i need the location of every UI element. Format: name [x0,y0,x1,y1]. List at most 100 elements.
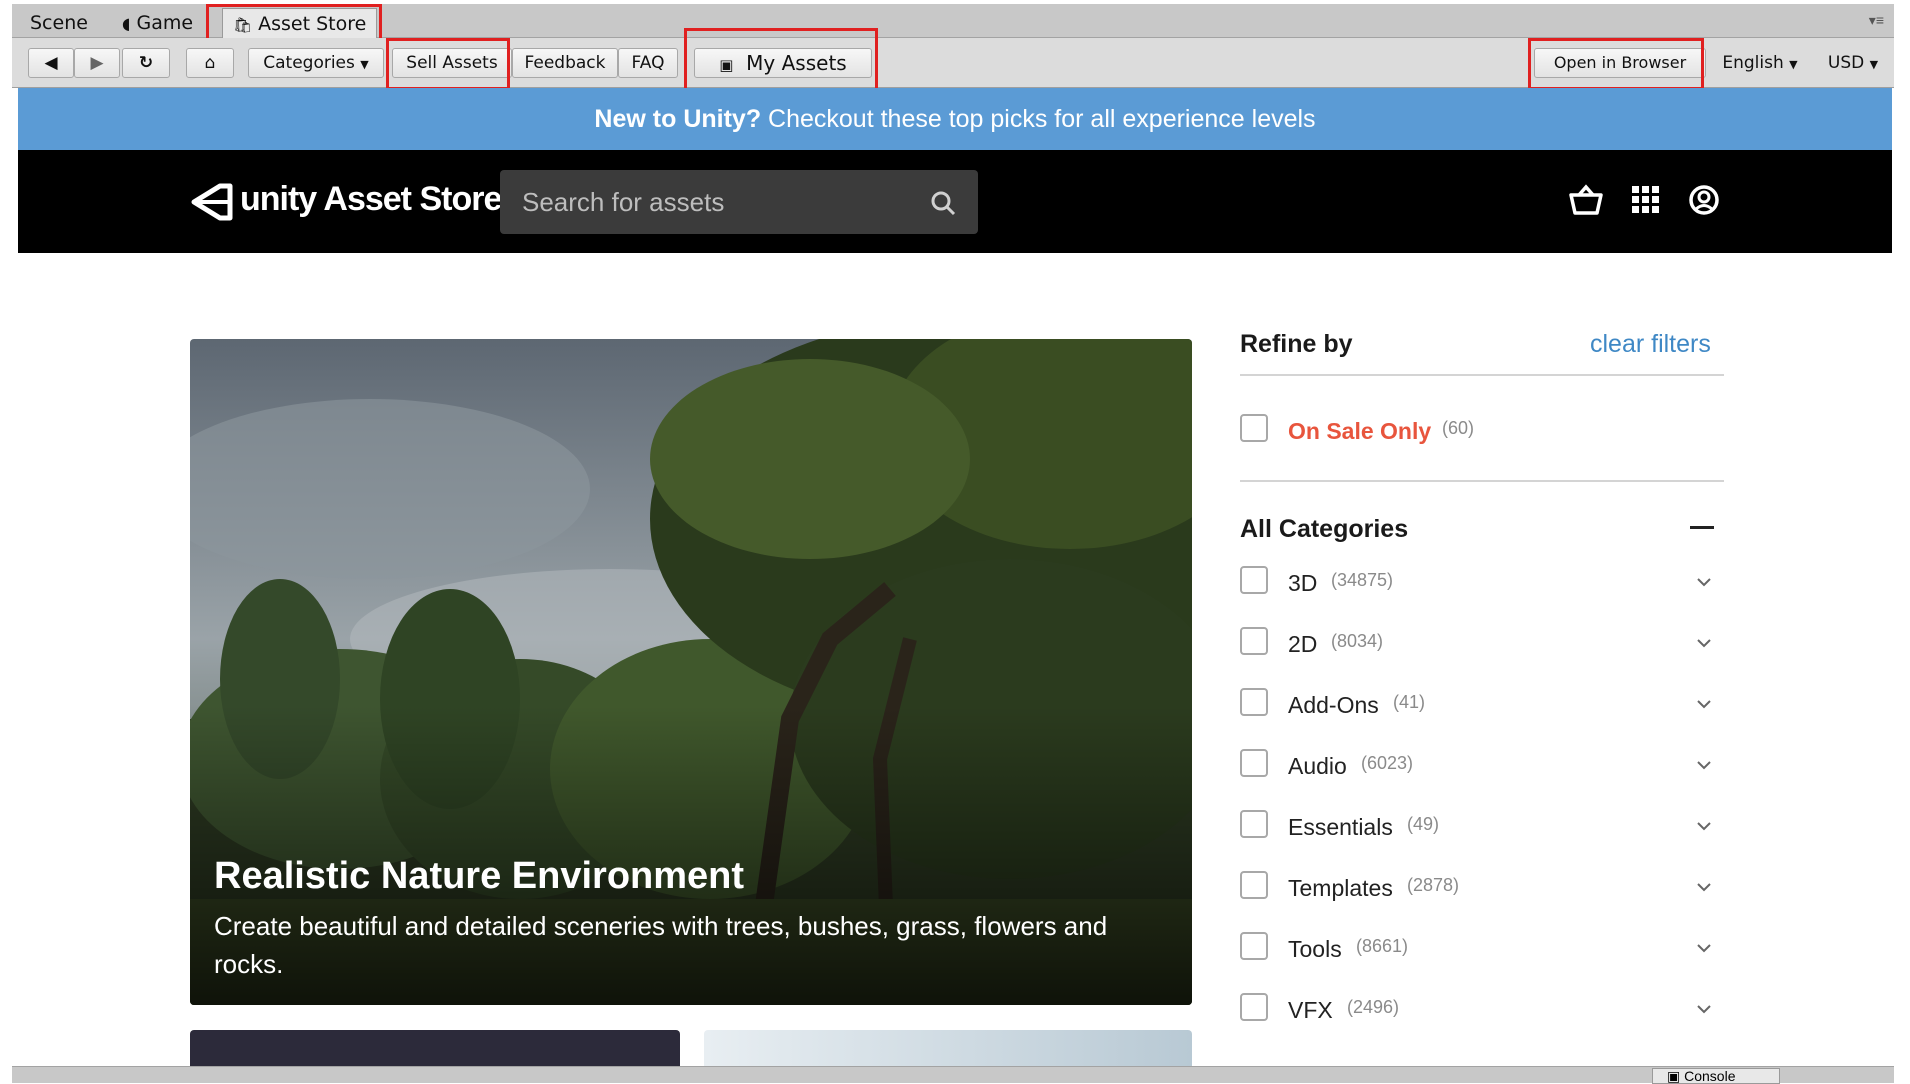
category-label: 3D [1288,570,1318,596]
divider [1240,374,1724,376]
all-categories-heading: All Categories [1240,515,1409,543]
language-label: English [1722,53,1784,73]
chevron-down-icon[interactable] [1696,1001,1712,1017]
reload-icon: ↻ [138,53,154,73]
category-count: (34875) [1331,570,1394,590]
bag-icon: 🛍 [233,16,253,34]
refine-by-heading: Refine by [1240,330,1353,358]
home-button[interactable]: ⌂ [186,48,234,78]
category-checkbox[interactable] [1240,810,1268,838]
category-count: (2496) [1347,997,1400,1017]
chevron-down-icon[interactable] [1696,635,1712,651]
search-icon[interactable] [930,190,956,216]
on-sale-count: (60) [1442,418,1475,438]
category-count: (2878) [1407,875,1460,895]
category-label: Audio [1288,753,1347,779]
currency-dropdown[interactable]: USD ▼ [1816,48,1890,78]
tab-game-label: Game [136,12,194,34]
category-checkbox[interactable] [1240,566,1268,594]
asset-card-preview[interactable] [704,1030,1192,1066]
cart-icon[interactable] [1568,184,1604,216]
chevron-down-icon[interactable] [1696,757,1712,773]
on-sale-filter[interactable]: On Sale Only (60) [1240,414,1724,448]
clear-filters-link[interactable]: clear filters [1590,330,1711,359]
currency-label: USD [1827,53,1865,73]
chevron-down-icon[interactable] [1696,940,1712,956]
forest-scene-image [190,339,1192,1005]
user-account-icon[interactable] [1688,184,1720,216]
feedback-button[interactable]: Feedback [512,48,618,78]
chevron-down-icon[interactable] [1696,879,1712,895]
category-label: Add-Ons [1288,692,1379,718]
back-button[interactable]: ◀ [28,48,74,78]
category-filter-row[interactable]: Tools (8661) [1240,932,1724,966]
tab-game[interactable]: ◖ Game [112,8,203,38]
apps-grid-icon[interactable] [1632,186,1660,214]
pacman-icon: ◖ [122,14,131,33]
category-count: (41) [1393,692,1426,712]
category-checkbox[interactable] [1240,993,1268,1021]
category-checkbox[interactable] [1240,749,1268,777]
tab-menu-icon[interactable]: ▾≡ [1869,12,1884,29]
featured-hero-card[interactable]: Realistic Nature Environment Create beau… [190,339,1192,1005]
category-filter-row[interactable]: Add-Ons (41) [1240,688,1724,722]
category-filter-row[interactable]: 2D (8034) [1240,627,1724,661]
chevron-down-icon[interactable] [1696,696,1712,712]
banner-text: Checkout these top picks for all experie… [761,105,1316,133]
faq-button[interactable]: FAQ [618,48,678,78]
category-filter-row[interactable]: Essentials (49) [1240,810,1724,844]
chevron-down-icon[interactable] [1696,574,1712,590]
arrow-left-icon: ◀ [44,53,58,73]
feedback-label: Feedback [524,53,606,73]
download-icon: ▣ [719,56,734,74]
category-checkbox[interactable] [1240,688,1268,716]
category-checkbox[interactable] [1240,871,1268,899]
asset-store-window: Scene ◖ Game 🛍 Asset Store ▾≡ ◀ ▶ ↻ ⌂ Ca… [0,0,1910,1084]
reload-button[interactable]: ↻ [122,48,170,78]
tab-scene-label: Scene [30,12,88,34]
category-filter-row[interactable]: 3D (34875) [1240,566,1724,600]
search-input[interactable] [522,170,922,234]
category-filter-row[interactable]: Audio (6023) [1240,749,1724,783]
asset-card-preview[interactable] [190,1030,680,1066]
forward-button[interactable]: ▶ [74,48,120,78]
faq-label: FAQ [631,53,665,73]
sell-assets-button[interactable]: Sell Assets [392,48,512,78]
unity-cube-icon [191,183,233,221]
category-label: Tools [1288,936,1342,962]
asset-store-toolbar: ◀ ▶ ↻ ⌂ Categories ▼ Sell Assets Feedbac… [12,38,1894,88]
open-in-browser-button[interactable]: Open in Browser [1534,48,1706,78]
logo-text: unity Asset Store [240,180,502,218]
editor-tab-bar: Scene ◖ Game 🛍 Asset Store ▾≡ [12,4,1894,38]
category-checkbox[interactable] [1240,627,1268,655]
category-filter-row[interactable]: VFX (2496) [1240,993,1724,1027]
my-assets-button[interactable]: ▣ My Assets [694,48,872,78]
arrow-right-icon: ▶ [90,53,104,73]
sell-assets-label: Sell Assets [406,53,498,73]
banner-bold-text: New to Unity? [594,105,762,133]
tab-asset-store-label: Asset Store [258,13,367,35]
language-dropdown[interactable]: English ▼ [1708,48,1812,78]
chevron-down-icon[interactable] [1696,818,1712,834]
divider [1240,480,1724,482]
home-icon: ⌂ [204,53,216,73]
category-filter-row[interactable]: Templates (2878) [1240,871,1724,905]
tab-asset-store[interactable]: 🛍 Asset Store [222,8,378,38]
category-count: (8661) [1356,936,1409,956]
promo-banner[interactable]: New to Unity? Checkout these top picks f… [18,88,1892,150]
bottom-panel-bar: ▣ Console [12,1066,1894,1084]
search-box[interactable] [500,170,978,234]
caret-down-icon: ▼ [1789,58,1798,71]
on-sale-label: On Sale Only [1288,418,1432,444]
collapse-minus-icon[interactable] [1690,526,1714,529]
category-label: 2D [1288,631,1318,657]
caret-down-icon: ▼ [1869,58,1879,71]
tab-scene[interactable]: Scene [20,8,98,38]
tab-console[interactable]: ▣ Console [1652,1068,1780,1084]
categories-label: Categories [263,53,355,73]
on-sale-checkbox[interactable] [1240,414,1268,442]
console-icon: ▣ [1667,1068,1681,1084]
categories-dropdown[interactable]: Categories ▼ [248,48,384,78]
category-checkbox[interactable] [1240,932,1268,960]
hero-description: Create beautiful and detailed sceneries … [214,911,1108,979]
